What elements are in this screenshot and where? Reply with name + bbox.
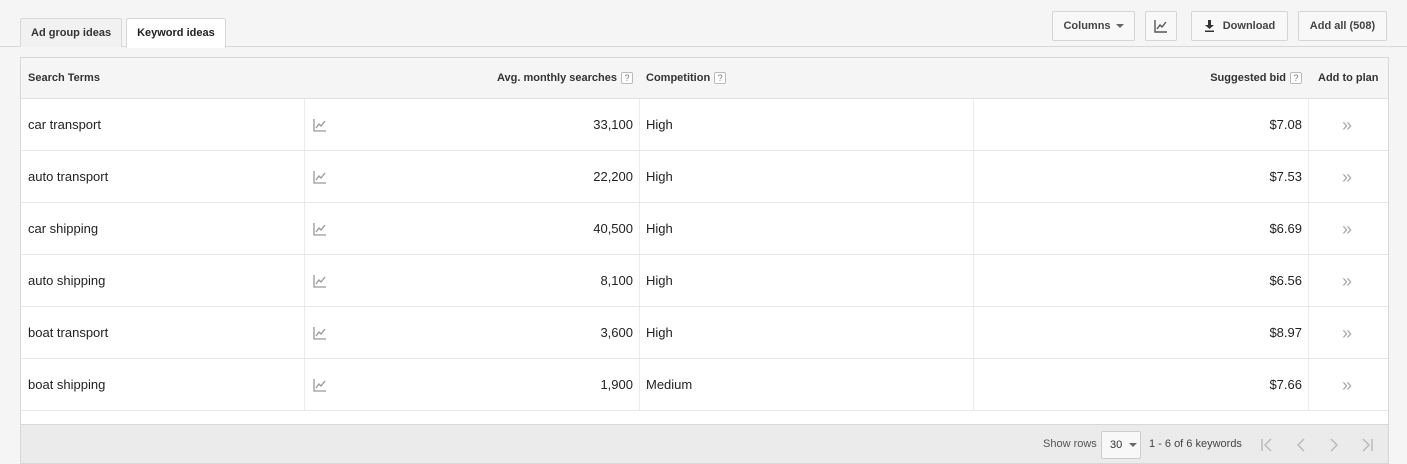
chevron-down-icon: [1129, 443, 1138, 448]
header-avg-monthly-searches-label: Avg. monthly searches: [496, 72, 617, 84]
table-header: Search Terms Avg. monthly searches? Comp…: [21, 58, 1388, 99]
trend-chart-icon[interactable]: [313, 274, 327, 288]
rows-per-page-value: 30: [1110, 439, 1123, 451]
header-avg-monthly-searches[interactable]: Avg. monthly searches?: [497, 58, 633, 99]
trend-chart-icon[interactable]: [313, 118, 327, 132]
header-add-to-plan: Add to plan: [1318, 72, 1379, 84]
header-suggested-bid-label: Suggested bid: [1210, 72, 1286, 84]
table-footer: Show rows 30 1 - 6 of 6 keywords: [20, 425, 1389, 464]
competition-value: High: [646, 325, 673, 340]
keyword-term: boat shipping: [28, 377, 106, 392]
add-to-plan-button[interactable]: »: [1342, 203, 1352, 255]
add-to-plan-button[interactable]: »: [1342, 255, 1352, 307]
download-button[interactable]: Download: [1191, 11, 1288, 41]
download-button-label: Download: [1222, 20, 1276, 32]
avg-monthly-searches-value: 33,100: [593, 117, 633, 132]
columns-button-label: Columns: [1063, 20, 1111, 32]
suggested-bid-value: $7.08: [1269, 117, 1302, 132]
help-icon[interactable]: ?: [714, 72, 727, 85]
next-page-icon[interactable]: [1324, 436, 1342, 454]
suggested-bid-value: $7.53: [1269, 169, 1302, 184]
competition-value: High: [646, 221, 673, 236]
suggested-bid-value: $6.69: [1269, 221, 1302, 236]
competition-value: High: [646, 117, 673, 132]
table-row: car shipping 40,500 High $6.69 »: [21, 203, 1388, 255]
keyword-term: boat transport: [28, 325, 109, 340]
table-row: auto shipping 8,100 High $6.56 »: [21, 255, 1388, 307]
avg-monthly-searches-value: 3,600: [600, 325, 633, 340]
keyword-term: car shipping: [28, 221, 99, 236]
chevron-down-icon: [1115, 24, 1124, 29]
header-competition[interactable]: Competition?: [646, 58, 727, 99]
rows-per-page-select[interactable]: 30: [1101, 431, 1141, 459]
show-rows-label: Show rows: [1043, 438, 1097, 450]
table-row: boat shipping 1,900 Medium $7.66 »: [21, 359, 1388, 411]
columns-button[interactable]: Columns: [1052, 11, 1135, 41]
add-to-plan-button[interactable]: »: [1342, 307, 1352, 359]
add-to-plan-button[interactable]: »: [1342, 99, 1352, 151]
keyword-term: car transport: [28, 117, 101, 132]
chart-toggle-button[interactable]: [1145, 11, 1177, 41]
trend-chart-icon[interactable]: [313, 170, 327, 184]
avg-monthly-searches-value: 1,900: [600, 377, 633, 392]
table-row: boat transport 3,600 High $8.97 »: [21, 307, 1388, 359]
competition-value: High: [646, 169, 673, 184]
help-icon[interactable]: ?: [621, 72, 633, 85]
first-page-icon[interactable]: [1259, 436, 1277, 454]
add-all-button[interactable]: Add all (508): [1298, 11, 1387, 41]
header-search-terms[interactable]: Search Terms: [28, 58, 100, 99]
download-icon: [1204, 20, 1214, 33]
trend-chart-icon[interactable]: [313, 326, 327, 340]
help-icon[interactable]: ?: [1290, 72, 1302, 85]
tab-ad-group-ideas[interactable]: Ad group ideas: [20, 18, 123, 47]
competition-value: High: [646, 273, 673, 288]
suggested-bid-value: $6.56: [1269, 273, 1302, 288]
add-to-plan-button[interactable]: »: [1342, 151, 1352, 203]
last-page-icon[interactable]: [1357, 436, 1375, 454]
avg-monthly-searches-value: 22,200: [593, 169, 633, 184]
header-competition-label: Competition: [646, 72, 711, 84]
avg-monthly-searches-value: 8,100: [600, 273, 633, 288]
table-row: car transport 33,100 High $7.08 »: [21, 99, 1388, 151]
avg-monthly-searches-value: 40,500: [593, 221, 633, 236]
header-suggested-bid[interactable]: Suggested bid?: [1210, 58, 1302, 99]
keyword-term: auto shipping: [28, 273, 106, 288]
keyword-ideas-table: Search Terms Avg. monthly searches? Comp…: [20, 57, 1389, 425]
trend-chart-icon[interactable]: [313, 222, 327, 236]
competition-value: Medium: [646, 377, 693, 392]
pagination-range: 1 - 6 of 6 keywords: [1149, 438, 1242, 450]
tab-keyword-ideas[interactable]: Keyword ideas: [126, 18, 226, 48]
add-to-plan-button[interactable]: »: [1342, 359, 1352, 411]
add-all-button-label: Add all (508): [1309, 20, 1376, 32]
keyword-term: auto transport: [28, 169, 109, 184]
table-row: auto transport 22,200 High $7.53 »: [21, 151, 1388, 203]
tab-bar: Ad group ideas Keyword ideas: [20, 18, 230, 48]
previous-page-icon[interactable]: [1293, 436, 1311, 454]
suggested-bid-value: $8.97: [1269, 325, 1302, 340]
line-chart-icon: [1154, 20, 1167, 33]
trend-chart-icon[interactable]: [313, 378, 327, 392]
suggested-bid-value: $7.66: [1269, 377, 1302, 392]
